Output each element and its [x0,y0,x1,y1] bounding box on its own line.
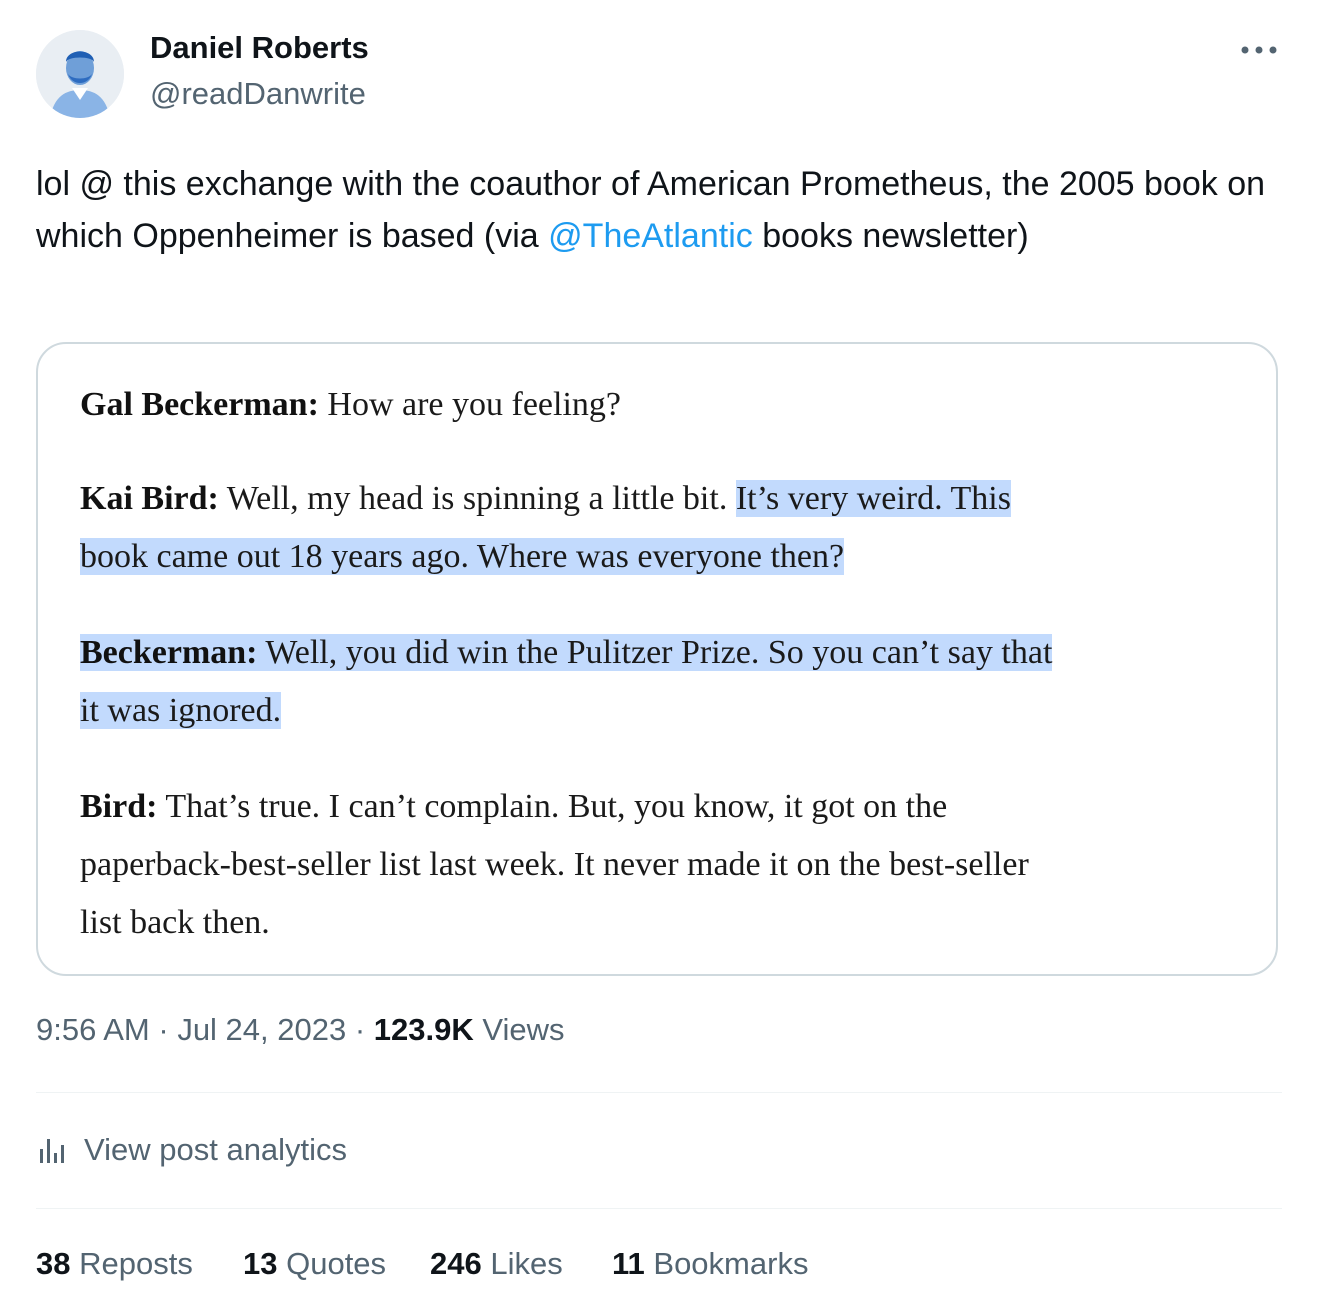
paragraph-line: Beckerman: Well, you did win the Pulitze… [80,624,1053,682]
likes-stat[interactable]: 246 Likes [430,1246,563,1282]
tweet-time[interactable]: 9:56 AM [36,1012,150,1047]
view-analytics-link[interactable]: View post analytics [36,1128,347,1172]
exchange-paragraph-2: Kai Bird: Well, my head is spinning a li… [80,470,1011,586]
quotes-stat[interactable]: 13 Quotes [243,1246,386,1282]
speaker-label: Gal Beckerman: [80,386,319,423]
speaker-label: Kai Bird: [80,480,219,517]
tweet-meta: 9:56 AM · Jul 24, 2023 · 123.9K Views [36,1012,565,1048]
paragraph-line: book came out 18 years ago. Where was ev… [80,528,1011,586]
author-handle[interactable]: @readDanwrite [150,76,366,112]
more-options-button[interactable] [1236,30,1282,70]
divider [36,1208,1282,1209]
likes-count: 246 [430,1246,482,1281]
paragraph-line: it was ignored. [80,682,1052,740]
highlighted-text: it was ignored. [80,692,282,729]
divider [36,1092,1282,1093]
meta-separator: · [149,1012,178,1047]
paragraph-line: paperback-best-seller list last week. It… [80,846,1029,883]
speaker-label: Bird: [80,788,158,825]
more-icon [1241,46,1277,54]
views-label: Views [473,1012,565,1047]
bookmarks-label: Bookmarks [644,1246,809,1281]
reposts-label: Reposts [70,1246,193,1281]
analytics-label: View post analytics [84,1132,348,1167]
exchange-paragraph-1: Gal Beckerman: How are you feeling? [80,376,621,434]
tweet-date[interactable]: Jul 24, 2023 [177,1012,346,1047]
bookmarks-stat[interactable]: 11 Bookmarks [612,1246,808,1282]
highlighted-text: It’s very weird. This [735,480,1011,517]
highlighted-text: Well, you did win the Pulitzer Prize. So… [257,634,1053,671]
tweet-text-end: books newsletter) [752,217,1029,255]
avatar-image [36,30,124,118]
paragraph-line: Bird: That’s true. I can’t complain. But… [80,778,1029,836]
quotes-label: Quotes [277,1246,387,1281]
meta-separator: · [346,1012,374,1047]
paragraph-line: list back then. [80,904,270,941]
exchange-paragraph-4: Bird: That’s true. I can’t complain. But… [80,778,1029,952]
views-count: 123.9K [373,1012,474,1047]
highlighted-text: book came out 18 years ago. Where was ev… [80,538,845,575]
quotes-count: 13 [243,1246,278,1281]
avatar[interactable] [36,30,124,118]
paragraph-line: Kai Bird: Well, my head is spinning a li… [80,470,1011,528]
analytics-icon [40,1139,64,1163]
tweet-text: lol @ this exchange with the coauthor of… [36,158,1276,262]
mention-link[interactable]: @TheAtlantic [548,217,753,255]
reposts-stat[interactable]: 38 Reposts [36,1246,193,1282]
likes-label: Likes [481,1246,563,1281]
paragraph-text: That’s true. I can’t complain. But, you … [157,788,948,825]
paragraph-text: How are you feeling? [318,386,622,423]
reposts-count: 38 [36,1246,71,1281]
paragraph-text: Well, my head is spinning a little bit. [218,480,736,517]
bookmarks-count: 11 [612,1246,645,1281]
exchange-paragraph-3: Beckerman: Well, you did win the Pulitze… [80,624,1053,740]
media-image[interactable]: Gal Beckerman: How are you feeling? Kai … [36,342,1278,976]
speaker-label: Beckerman: [80,634,258,671]
author-name[interactable]: Daniel Roberts [150,30,369,66]
